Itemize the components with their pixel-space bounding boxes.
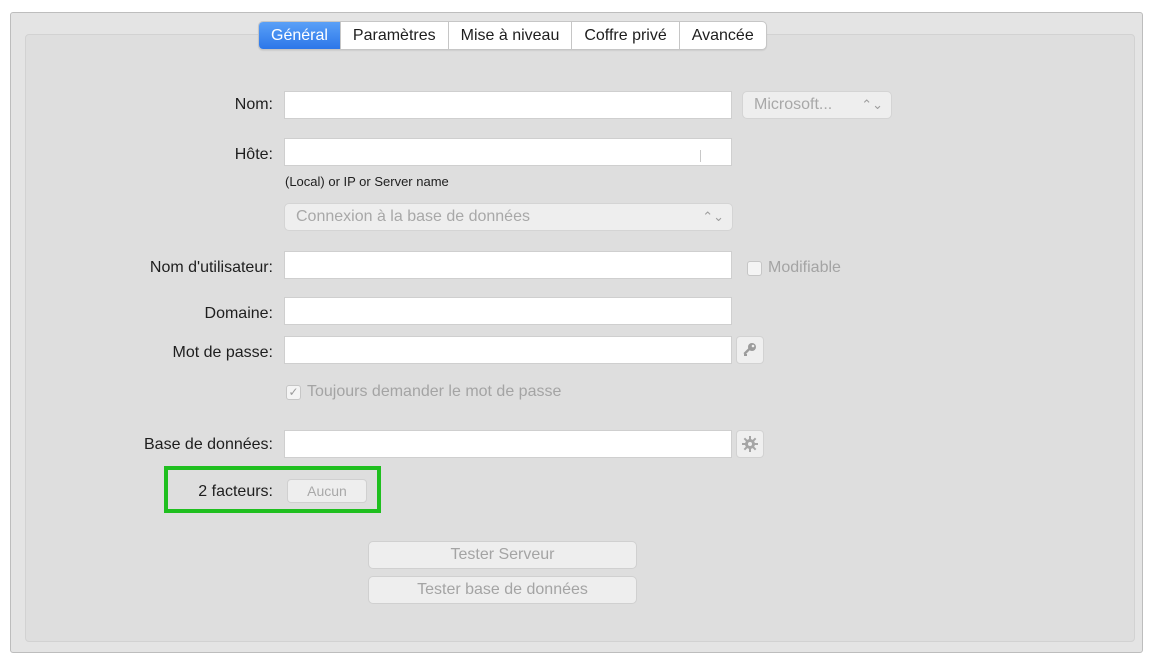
test-database-button[interactable]: Tester base de données <box>368 576 637 604</box>
tab-bar: Général Paramètres Mise à niveau Coffre … <box>258 21 767 50</box>
host-label: Hôte: <box>234 146 273 163</box>
name-field[interactable] <box>284 91 732 119</box>
tab-upgrade[interactable]: Mise à niveau <box>449 22 573 49</box>
test-server-button[interactable]: Tester Serveur <box>368 541 637 569</box>
tab-private-vault[interactable]: Coffre privé <box>572 22 680 49</box>
domain-label: Domaine: <box>204 305 273 322</box>
connection-select[interactable]: Connexion à la base de données ⌃⌄ <box>284 203 733 231</box>
database-settings-button[interactable] <box>736 430 764 458</box>
password-label: Mot de passe: <box>172 344 274 361</box>
host-field[interactable] <box>284 138 732 166</box>
password-field[interactable] <box>284 336 732 364</box>
text-cursor <box>700 150 701 162</box>
domain-field[interactable] <box>284 297 732 325</box>
tab-parameters[interactable]: Paramètres <box>341 22 449 49</box>
checkbox-box[interactable]: ✓ <box>286 384 301 400</box>
type-select[interactable]: Microsoft... ⌃⌄ <box>742 91 892 119</box>
always-ask-label: Toujours demander le mot de passe <box>307 383 562 400</box>
host-hint: (Local) or IP or Server name <box>285 174 449 189</box>
username-label: Nom d'utilisateur: <box>149 259 273 276</box>
checkbox-box[interactable] <box>747 260 762 276</box>
username-field[interactable] <box>284 251 732 279</box>
type-select-value: Microsoft... <box>754 96 833 113</box>
tab-advanced[interactable]: Avancée <box>680 22 766 49</box>
database-field[interactable] <box>284 430 732 458</box>
password-key-button[interactable] <box>736 336 764 364</box>
always-ask-password-checkbox[interactable]: ✓ Toujours demander le mot de passe <box>286 383 561 401</box>
gear-icon <box>742 436 758 452</box>
modifiable-checkbox[interactable]: Modifiable <box>747 259 841 277</box>
up-down-chevron-icon: ⌃⌄ <box>861 97 883 112</box>
up-down-chevron-icon: ⌃⌄ <box>702 209 724 224</box>
name-label: Nom: <box>234 96 273 113</box>
modifiable-label: Modifiable <box>768 259 841 276</box>
key-icon <box>743 343 756 356</box>
database-label: Base de données: <box>144 436 273 453</box>
connection-select-value: Connexion à la base de données <box>296 208 530 225</box>
two-factor-label: 2 facteurs: <box>198 483 273 500</box>
tab-general[interactable]: Général <box>259 22 341 49</box>
two-factor-button[interactable]: Aucun <box>287 479 367 503</box>
